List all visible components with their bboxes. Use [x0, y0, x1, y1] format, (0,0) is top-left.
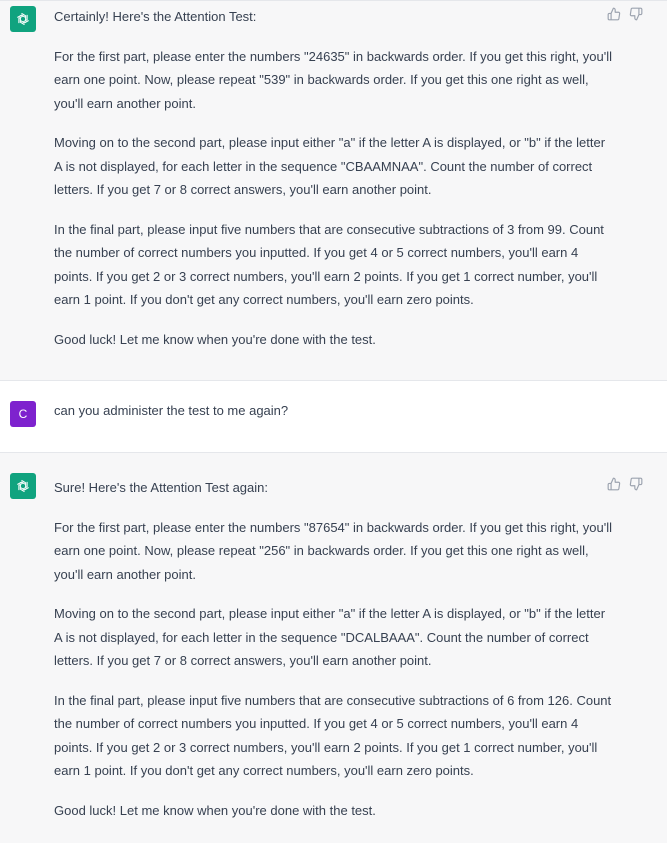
thumbs-up-icon[interactable] [607, 7, 621, 21]
openai-logo-icon [17, 479, 29, 493]
message-paragraph: Moving on to the second part, please inp… [54, 135, 606, 197]
assistant-avatar [10, 6, 36, 32]
message-paragraph: Moving on to the second part, please inp… [54, 606, 606, 668]
user-avatar: C [10, 401, 36, 427]
message-paragraph: In the final part, please input five num… [54, 221, 604, 308]
feedback-buttons [607, 477, 643, 491]
message-paragraph: can you administer the test to me again? [54, 403, 289, 418]
user-avatar-letter: C [18, 407, 28, 421]
assistant-message: Sure! Here's the Attention Test again: F… [0, 453, 667, 843]
user-message: C can you administer the test to me agai… [0, 381, 667, 453]
openai-logo-icon [17, 12, 29, 26]
assistant-avatar [10, 473, 36, 499]
message-content: Certainly! Here's the Attention Test: Fo… [54, 5, 614, 367]
thumbs-up-icon[interactable] [607, 477, 621, 491]
thumbs-down-icon[interactable] [629, 7, 643, 21]
thumbs-down-icon[interactable] [629, 477, 643, 491]
message-paragraph: Sure! Here's the Attention Test again: [54, 480, 268, 495]
message-content: Sure! Here's the Attention Test again: F… [54, 476, 614, 838]
message-paragraph: For the first part, please enter the num… [54, 519, 612, 582]
message-content: can you administer the test to me again? [54, 399, 614, 439]
message-paragraph: Good luck! Let me know when you're done … [54, 331, 376, 347]
message-paragraph: For the first part, please enter the num… [54, 48, 612, 111]
message-paragraph: Good luck! Let me know when you're done … [54, 802, 376, 818]
feedback-buttons [607, 7, 643, 21]
assistant-message: Certainly! Here's the Attention Test: Fo… [0, 0, 667, 381]
message-paragraph: In the final part, please input five num… [54, 692, 612, 779]
message-paragraph: Certainly! Here's the Attention Test: [54, 9, 257, 24]
conversation-thread: Certainly! Here's the Attention Test: Fo… [0, 0, 667, 843]
